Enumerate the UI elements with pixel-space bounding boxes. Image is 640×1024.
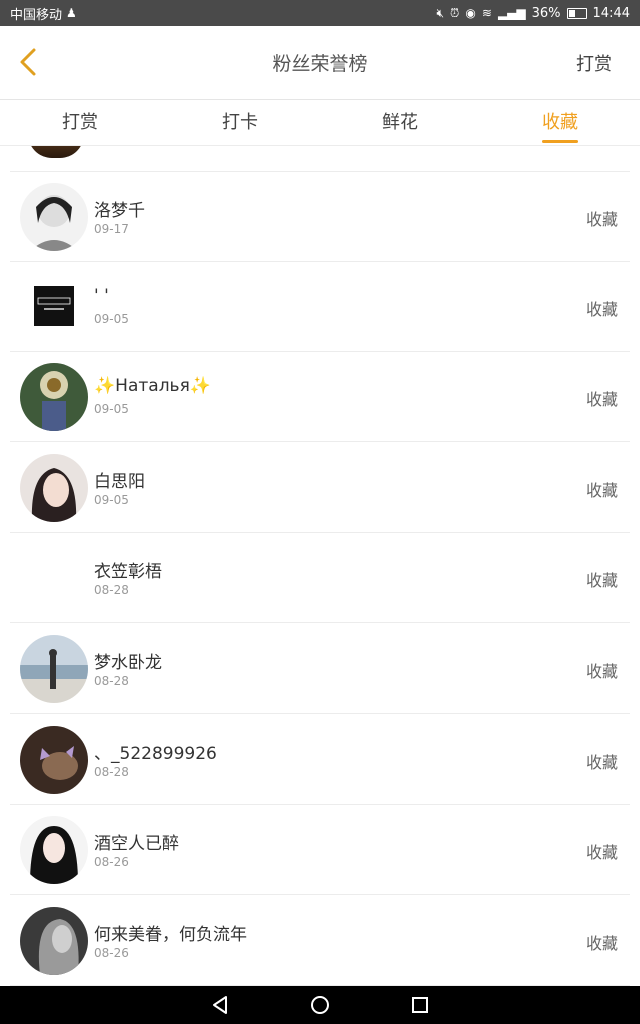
beach-avatar xyxy=(20,635,88,703)
action-label: 收藏 xyxy=(585,390,618,409)
list-item[interactable]: 白思阳 09-05 收藏 xyxy=(10,443,630,533)
list-item[interactable]: 洛梦千 09-17 收藏 xyxy=(10,172,630,262)
gray-portrait-avatar xyxy=(20,907,88,975)
user-name: 衣笠彰梧 xyxy=(94,562,162,582)
user-name: 酒空人已醉 xyxy=(94,834,179,854)
tab-reward[interactable]: 打赏 xyxy=(0,100,160,145)
system-nav-bar xyxy=(0,986,640,1024)
action-label: 收藏 xyxy=(585,210,618,229)
sparkle-icon: ✨ xyxy=(94,376,116,396)
user-name-row: ✨Наталья✨ xyxy=(94,376,211,396)
chevron-left-icon xyxy=(20,48,36,76)
user-name: 、_522899926 xyxy=(94,744,217,764)
sparkle-icon: ✨ xyxy=(189,376,211,396)
circle-home-icon xyxy=(311,996,329,1014)
action-label: 收藏 xyxy=(585,571,618,590)
signal-icon: ▂▄▆ xyxy=(497,6,526,20)
list-item[interactable]: ✨Наталья✨ 09-05 收藏 xyxy=(10,352,630,442)
tab-flowers[interactable]: 鲜花 xyxy=(320,100,480,145)
wifi-icon: ≋ xyxy=(481,6,492,20)
favorite-date: 09-05 xyxy=(94,312,129,326)
eye-icon: ◉ xyxy=(465,6,476,20)
user-name: 洛梦千 xyxy=(94,201,145,221)
square-recents-icon xyxy=(412,997,428,1013)
back-button[interactable] xyxy=(6,40,50,84)
girl-portrait-avatar xyxy=(20,454,88,522)
qq-notification-icon: ♟ xyxy=(66,6,77,20)
sunflower-avatar xyxy=(20,363,88,431)
tab-favorites[interactable]: 收藏 xyxy=(480,100,640,145)
nav-home-button[interactable] xyxy=(300,990,340,1020)
favorite-date: 08-26 xyxy=(94,855,129,869)
favorite-date: 09-05 xyxy=(94,493,129,507)
user-name: 何来美眷，何负流年 xyxy=(94,925,247,945)
dark-square-avatar xyxy=(34,286,74,326)
list-item[interactable]: 何来美眷，何负流年 08-26 收藏 xyxy=(10,896,630,986)
action-label: 收藏 xyxy=(585,753,618,772)
action-label: 收藏 xyxy=(585,481,618,500)
page-title: 粉丝荣誉榜 xyxy=(272,53,368,75)
action-label: 收藏 xyxy=(585,934,618,953)
user-name: 梦水卧龙 xyxy=(94,653,162,673)
user-name: Наталья xyxy=(115,376,190,396)
action-label: 收藏 xyxy=(585,300,618,319)
blank-avatar xyxy=(20,544,88,612)
partial-avatar xyxy=(28,146,84,158)
tab-bar: 打赏 打卡 鲜花 收藏 xyxy=(0,100,640,146)
app-header: 粉丝荣誉榜 打赏 xyxy=(0,26,640,100)
list-item[interactable]: 、_522899926 08-28 收藏 xyxy=(10,715,630,805)
tab-checkin[interactable]: 打卡 xyxy=(160,100,320,145)
favorite-date: 09-17 xyxy=(94,222,129,236)
favorite-date: 08-28 xyxy=(94,583,129,597)
user-name: 白思阳 xyxy=(94,472,145,492)
dark-hair-avatar xyxy=(20,816,88,884)
list-item[interactable]: ' ' 09-05 收藏 xyxy=(10,262,630,352)
cat-avatar xyxy=(20,726,88,794)
reward-button[interactable]: 打赏 xyxy=(576,50,612,76)
favorite-date: 09-05 xyxy=(94,402,129,416)
alarm-icon: ⏰︎ xyxy=(450,5,460,20)
list-item[interactable]: 梦水卧龙 08-28 收藏 xyxy=(10,624,630,714)
sketch-avatar xyxy=(20,183,88,251)
favorite-date: 08-28 xyxy=(94,674,129,688)
action-label: 收藏 xyxy=(585,843,618,862)
status-bar: 中国移动 ♟ 🔇︎ ⏰︎ ◉ ≋ ▂▄▆ 36% 14:44 xyxy=(0,0,640,26)
fan-list: 洛梦千 09-17 收藏 ' ' 09-05 收藏 ✨Наталья✨ 09-0… xyxy=(0,146,640,986)
list-item[interactable]: 酒空人已醉 08-26 收藏 xyxy=(10,805,630,895)
battery-percent: 36% xyxy=(531,5,561,21)
triangle-back-icon xyxy=(213,996,227,1014)
list-item[interactable]: 衣笠彰梧 08-28 收藏 xyxy=(10,533,630,623)
clock: 14:44 xyxy=(592,5,630,21)
favorite-date: 08-28 xyxy=(94,765,129,779)
battery-icon xyxy=(566,7,587,19)
favorite-date: 08-26 xyxy=(94,946,129,960)
carrier-label: 中国移动 xyxy=(10,7,63,23)
nav-back-button[interactable] xyxy=(200,990,240,1020)
mute-icon: 🔇︎ xyxy=(436,5,445,20)
nav-recents-button[interactable] xyxy=(400,990,440,1020)
action-label: 收藏 xyxy=(585,662,618,681)
user-name: ' ' xyxy=(94,286,109,306)
